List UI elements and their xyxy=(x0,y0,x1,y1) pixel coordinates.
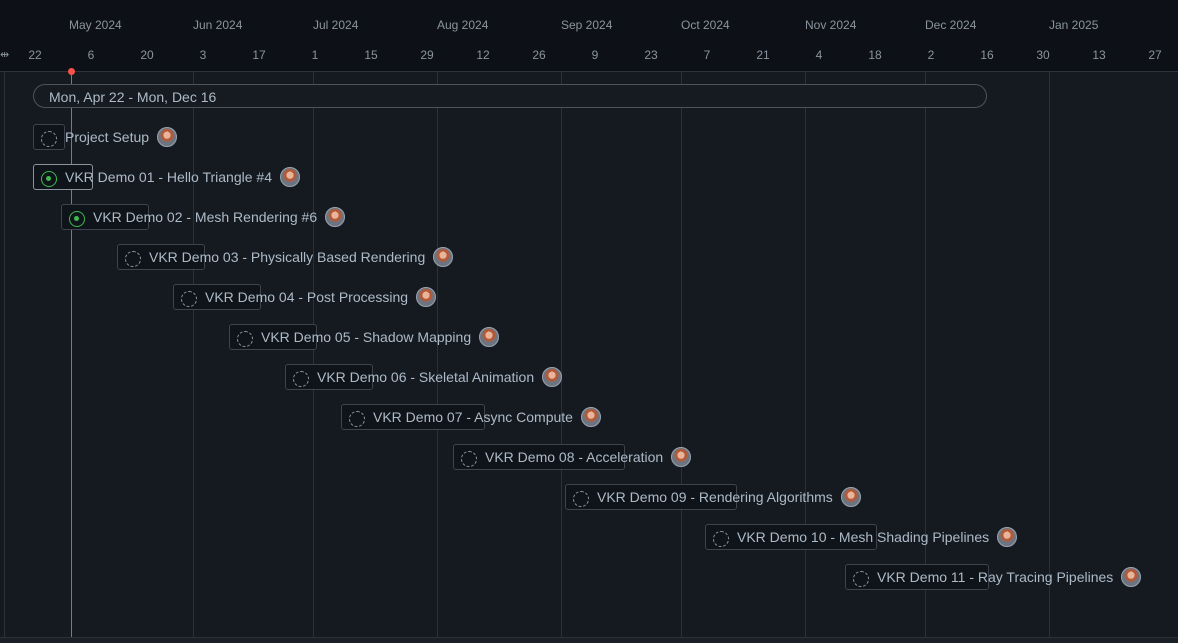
item-title-wrap[interactable]: VKR Demo 02 - Mesh Rendering #6 xyxy=(93,206,346,227)
day-label: 15 xyxy=(364,48,378,62)
month-divider xyxy=(805,72,806,638)
status-in-progress-icon xyxy=(41,171,57,187)
day-label: 29 xyxy=(420,48,434,62)
item-title: Project Setup xyxy=(65,129,150,145)
month-label: Dec 2024 xyxy=(925,18,977,32)
month-divider xyxy=(681,72,682,638)
month-label: Aug 2024 xyxy=(437,18,489,32)
user-avatar-icon[interactable] xyxy=(433,246,454,267)
item-title-wrap[interactable]: Project Setup xyxy=(65,126,178,147)
item-title: VKR Demo 06 - Skeletal Animation xyxy=(317,369,535,385)
item-title: VKR Demo 03 - Physically Based Rendering xyxy=(149,249,426,265)
user-avatar-icon[interactable] xyxy=(479,326,500,347)
user-avatar-icon[interactable] xyxy=(580,406,601,427)
day-label: 6 xyxy=(87,48,95,62)
status-todo-icon xyxy=(41,131,57,147)
item-title: VKR Demo 11 - Ray Tracing Pipelines xyxy=(877,569,1114,585)
day-label: 2 xyxy=(927,48,935,62)
status-todo-icon xyxy=(461,451,477,467)
item-title-wrap[interactable]: VKR Demo 09 - Rendering Algorithms xyxy=(597,486,861,507)
item-bar[interactable] xyxy=(33,124,65,150)
column-resize-icon[interactable]: ⇹ xyxy=(0,48,9,62)
status-todo-icon xyxy=(713,531,729,547)
status-todo-icon xyxy=(349,411,365,427)
user-avatar-icon[interactable] xyxy=(840,486,861,507)
item-title: VKR Demo 09 - Rendering Algorithms xyxy=(597,489,833,505)
month-divider xyxy=(1049,72,1050,638)
month-divider xyxy=(193,72,194,638)
day-label: 30 xyxy=(1036,48,1050,62)
day-label: 16 xyxy=(980,48,994,62)
month-label: Jan 2025 xyxy=(1049,18,1099,32)
user-avatar-icon[interactable] xyxy=(542,366,563,387)
day-label: 18 xyxy=(868,48,882,62)
month-label: Oct 2024 xyxy=(681,18,730,32)
today-marker-dot xyxy=(68,68,75,75)
user-avatar-icon[interactable] xyxy=(325,206,346,227)
item-title: VKR Demo 02 - Mesh Rendering #6 xyxy=(93,209,318,225)
month-divider xyxy=(925,72,926,638)
user-avatar-icon[interactable] xyxy=(671,446,692,467)
item-title-wrap[interactable]: VKR Demo 05 - Shadow Mapping xyxy=(261,326,500,347)
date-range-label: Mon, Apr 22 - Mon, Dec 16 xyxy=(49,89,217,105)
month-label: Nov 2024 xyxy=(805,18,857,32)
roadmap-view: ⇹ May 2024 Jun 2024 Jul 2024 Aug 2024 Se… xyxy=(0,0,1178,643)
timeline-header: ⇹ May 2024 Jun 2024 Jul 2024 Aug 2024 Se… xyxy=(0,0,1178,72)
item-title-wrap[interactable]: VKR Demo 08 - Acceleration xyxy=(485,446,692,467)
month-label: Jul 2024 xyxy=(313,18,359,32)
item-title-wrap[interactable]: VKR Demo 04 - Post Processing xyxy=(205,286,437,307)
item-title-wrap[interactable]: VKR Demo 07 - Async Compute xyxy=(373,406,601,427)
month-divider xyxy=(313,72,314,638)
day-label: 7 xyxy=(703,48,711,62)
status-todo-icon xyxy=(293,371,309,387)
user-avatar-icon[interactable] xyxy=(280,166,300,187)
timeline-body: Mon, Apr 22 - Mon, Dec 16 Project Setup … xyxy=(0,68,1178,643)
status-todo-icon xyxy=(573,491,589,507)
month-divider xyxy=(561,72,562,638)
day-label: 13 xyxy=(1092,48,1106,62)
month-label: Sep 2024 xyxy=(561,18,613,32)
item-title: VKR Demo 05 - Shadow Mapping xyxy=(261,329,472,345)
day-label: 12 xyxy=(476,48,490,62)
item-title-wrap[interactable]: VKR Demo 11 - Ray Tracing Pipelines xyxy=(877,566,1142,587)
user-avatar-icon[interactable] xyxy=(416,286,437,307)
status-in-progress-icon xyxy=(69,211,85,227)
row-gutter xyxy=(0,72,5,638)
day-label: 1 xyxy=(311,48,319,62)
item-title-wrap[interactable]: VKR Demo 01 - Hello Triangle #4 xyxy=(65,166,300,187)
item-title: VKR Demo 08 - Acceleration xyxy=(485,449,664,465)
item-title-wrap[interactable]: VKR Demo 10 - Mesh Shading Pipelines xyxy=(737,526,1018,547)
status-todo-icon xyxy=(853,571,869,587)
user-avatar-icon[interactable] xyxy=(1121,566,1142,587)
day-label: 9 xyxy=(591,48,599,62)
day-label: 3 xyxy=(199,48,207,62)
month-divider xyxy=(437,72,438,638)
date-range-pill[interactable]: Mon, Apr 22 - Mon, Dec 16 xyxy=(33,84,987,108)
status-todo-icon xyxy=(237,331,253,347)
day-label: 20 xyxy=(140,48,154,62)
item-title: VKR Demo 01 - Hello Triangle #4 xyxy=(65,169,272,185)
day-label: 21 xyxy=(756,48,770,62)
month-label: Jun 2024 xyxy=(193,18,243,32)
today-marker-line xyxy=(71,68,72,638)
day-label: 26 xyxy=(532,48,546,62)
day-label: 22 xyxy=(28,48,42,62)
day-label: 4 xyxy=(815,48,823,62)
item-title: VKR Demo 07 - Async Compute xyxy=(373,409,573,425)
item-title: VKR Demo 10 - Mesh Shading Pipelines xyxy=(737,529,990,545)
user-avatar-icon[interactable] xyxy=(157,126,178,147)
item-title-wrap[interactable]: VKR Demo 06 - Skeletal Animation xyxy=(317,366,563,387)
status-todo-icon xyxy=(125,251,141,267)
day-label: 23 xyxy=(644,48,658,62)
horizontal-scroll-track[interactable] xyxy=(0,637,1178,643)
day-label: 27 xyxy=(1148,48,1162,62)
item-title-wrap[interactable]: VKR Demo 03 - Physically Based Rendering xyxy=(149,246,454,267)
item-title: VKR Demo 04 - Post Processing xyxy=(205,289,409,305)
day-label: 17 xyxy=(252,48,266,62)
status-todo-icon xyxy=(181,291,197,307)
user-avatar-icon[interactable] xyxy=(997,526,1018,547)
month-label: May 2024 xyxy=(69,18,122,32)
